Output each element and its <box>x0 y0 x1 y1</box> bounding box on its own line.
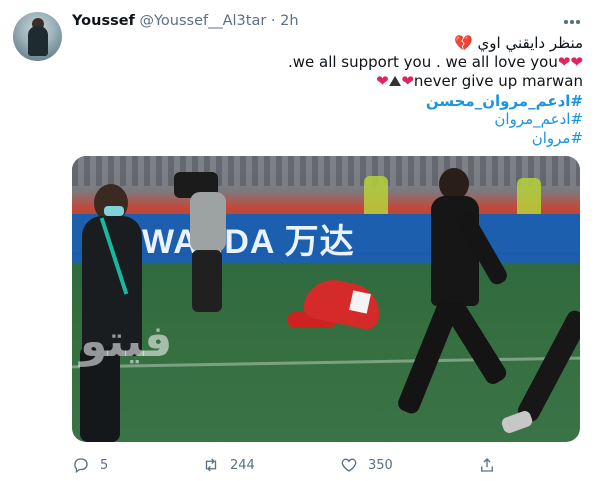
tweet-text-line-3: ❤⛰❤never give up marwan <box>376 72 583 90</box>
staff-member <box>72 176 167 442</box>
tweet-card[interactable]: Youssef @Youssef__Al3tar · 2h منظر دايقن… <box>0 0 598 481</box>
hashtag-link-2[interactable]: #ادعم_مروان <box>494 110 583 128</box>
tweet-text-arabic: منظر دايقني اوي <box>477 34 583 52</box>
timestamp[interactable]: 2h <box>280 13 298 29</box>
heart-icon: ❤ <box>401 72 414 90</box>
tweet-text-support: we all support you . we all love you. <box>287 53 558 71</box>
mountain-icon: ⛰ <box>388 72 402 90</box>
runner-leg <box>500 306 580 442</box>
watermark: فيتو <box>80 316 174 367</box>
broken-heart-icon: 💔 <box>454 34 473 52</box>
reply-count: 5 <box>100 457 109 473</box>
kneeling-player <box>287 274 407 346</box>
heart-icon: ❤❤ <box>557 53 583 71</box>
like-icon <box>341 458 357 472</box>
hashtag-link-1[interactable]: #ادعم_مروان_محسن <box>426 92 583 110</box>
tweet-text-line-2: ❤❤we all support you . we all love you. <box>288 53 583 71</box>
retweet-count: 244 <box>230 457 255 473</box>
share-icon <box>481 458 493 472</box>
heart-icon: ❤ <box>376 72 389 90</box>
user-handle[interactable]: @Youssef__Al3tar <box>139 13 266 29</box>
more-icon[interactable] <box>562 14 582 30</box>
like-button[interactable]: 350 <box>340 455 393 475</box>
retweet-icon <box>205 458 217 472</box>
cameraman <box>172 162 242 317</box>
tweet-text-marwan: never give up marwan <box>413 72 583 90</box>
reply-icon <box>74 458 88 474</box>
separator: · <box>266 13 281 29</box>
like-count: 350 <box>368 457 393 473</box>
display-name[interactable]: Youssef <box>72 13 135 29</box>
retweet-button[interactable]: 244 <box>202 455 255 475</box>
tweet-header: Youssef @Youssef__Al3tar · 2h <box>72 13 299 29</box>
share-button[interactable] <box>478 455 496 475</box>
tweet-media-image[interactable]: WANDA 万达 فيتو <box>72 156 580 442</box>
avatar[interactable] <box>13 12 62 61</box>
tweet-text-line-1: منظر دايقني اوي 💔 <box>454 34 583 52</box>
reply-button[interactable]: 5 <box>72 455 108 475</box>
hashtag-link-3[interactable]: #مروان <box>532 129 583 147</box>
tweet-actions: 5 244 350 <box>72 455 493 475</box>
